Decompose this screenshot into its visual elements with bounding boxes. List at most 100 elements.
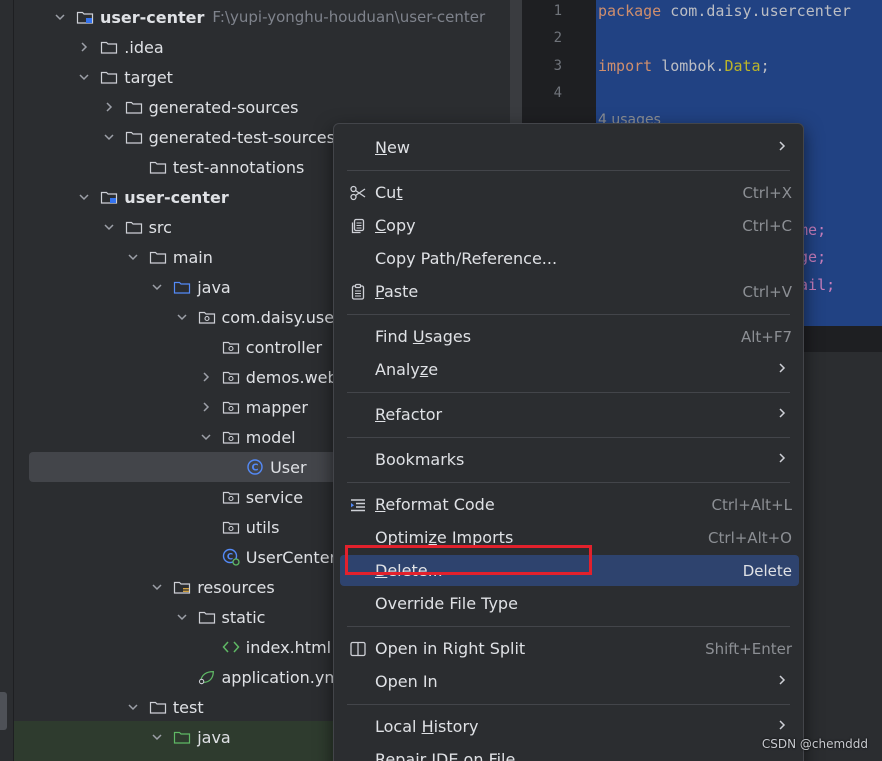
- gutter-scroll-handle[interactable]: [0, 692, 7, 730]
- menu-item-label: Repair IDE on File: [375, 750, 516, 761]
- folder-icon: [198, 608, 216, 626]
- tree-item-label: User: [270, 457, 307, 477]
- menu-item-label: Copy: [375, 216, 416, 235]
- tree-item-label: mapper: [245, 397, 308, 417]
- menu-shortcut: Alt+F7: [740, 327, 792, 346]
- menu-item-repair-ide-on-file[interactable]: Repair IDE on File: [340, 744, 799, 761]
- chevron-right-icon[interactable]: [198, 399, 214, 415]
- menu-item-new[interactable]: New: [340, 132, 799, 163]
- chevron-right-icon[interactable]: [76, 39, 92, 55]
- tree-item[interactable]: generated-sources: [14, 92, 510, 122]
- chevron-down-icon[interactable]: [52, 9, 68, 25]
- package-icon: [222, 488, 240, 506]
- menu-item-label: New: [375, 138, 410, 157]
- folder-icon: [100, 68, 118, 86]
- menu-item-paste[interactable]: Paste Ctrl+V: [340, 276, 799, 307]
- menu-item-local-history[interactable]: Local History: [340, 711, 799, 742]
- chevron-down-icon[interactable]: [125, 249, 141, 265]
- html-file-icon: [222, 638, 240, 656]
- resources-folder-icon: [173, 578, 191, 596]
- menu-item-label: Find Usages: [375, 327, 472, 346]
- submenu-arrow-icon: [777, 674, 787, 690]
- line-number: 2: [553, 30, 562, 46]
- chevron-down-icon[interactable]: [174, 609, 190, 625]
- submenu-arrow-icon: [777, 719, 787, 735]
- menu-item-label: Copy Path/Reference...: [375, 249, 558, 268]
- tree-item-label: test: [172, 697, 204, 717]
- menu-item-cut[interactable]: Cut Ctrl+X: [340, 177, 799, 208]
- chevron-right-icon[interactable]: [101, 99, 117, 115]
- chevron-down-icon[interactable]: [149, 729, 165, 745]
- menu-item-label: Bookmarks: [375, 450, 465, 469]
- reformat-icon: [348, 495, 368, 515]
- chevron-down-icon[interactable]: [76, 69, 92, 85]
- menu-separator: [347, 482, 790, 483]
- submenu-arrow-icon: [777, 140, 787, 156]
- chevron-down-icon[interactable]: [101, 129, 117, 145]
- tree-item-label: user-center: [124, 187, 229, 207]
- menu-item-refactor[interactable]: Refactor: [340, 399, 799, 430]
- line-number: 1: [553, 3, 562, 19]
- menu-separator: [347, 392, 790, 393]
- package-icon: [222, 338, 240, 356]
- java-class-icon: C: [246, 458, 264, 476]
- tree-item[interactable]: target: [14, 62, 510, 92]
- tree-item-label: demos.web: [245, 367, 338, 387]
- watermark: CSDN @chemddd: [761, 737, 868, 751]
- menu-item-label: Cut: [375, 183, 403, 202]
- chevron-down-icon[interactable]: [149, 579, 165, 595]
- context-menu: New Cut Ctrl+X Copy Ctrl+C Copy Path/Referenc…: [333, 123, 804, 761]
- chevron-right-icon[interactable]: [198, 369, 214, 385]
- menu-item-open-in[interactable]: Open In: [340, 666, 799, 697]
- tree-item-label: .idea: [124, 37, 164, 57]
- menu-item-label: Reformat Code: [375, 495, 495, 514]
- chevron-down-icon[interactable]: [101, 219, 117, 235]
- split-icon: [348, 639, 368, 659]
- menu-item-copy[interactable]: Copy Ctrl+C: [340, 210, 799, 241]
- folder-icon: [125, 128, 143, 146]
- tree-item-label: java: [197, 277, 231, 297]
- menu-shortcut: Ctrl+Alt+L: [711, 495, 793, 514]
- chevron-down-icon[interactable]: [174, 309, 190, 325]
- test-source-folder-icon: [173, 728, 191, 746]
- spring-yml-icon: [198, 668, 216, 686]
- chevron-down-icon[interactable]: [198, 429, 214, 445]
- submenu-arrow-icon: [777, 362, 787, 378]
- delete-annotation-box: [345, 545, 592, 575]
- tree-item-label: service: [245, 487, 304, 507]
- menu-shortcut: Shift+Enter: [705, 639, 792, 658]
- menu-separator: [347, 626, 790, 627]
- menu-item-open-in-right-split[interactable]: Open in Right Split Shift+Enter: [340, 633, 799, 664]
- menu-item-override-file-type[interactable]: Override File Type: [340, 588, 799, 619]
- package-icon: [222, 518, 240, 536]
- menu-item-bookmarks[interactable]: Bookmarks: [340, 444, 799, 475]
- paste-icon: [348, 282, 368, 302]
- folder-icon: [100, 38, 118, 56]
- tree-item[interactable]: .idea: [14, 32, 510, 62]
- menu-shortcut: Delete: [742, 561, 792, 580]
- tree-item-label: controller: [245, 337, 323, 357]
- tree-item-label: test-annotations: [172, 157, 305, 177]
- chevron-down-icon[interactable]: [149, 279, 165, 295]
- tree-item-label: src: [148, 217, 172, 237]
- menu-item-label: Open In: [375, 672, 438, 691]
- submenu-arrow-icon: [777, 452, 787, 468]
- menu-item-label: Local History: [375, 717, 479, 736]
- menu-item-analyze[interactable]: Analyze: [340, 354, 799, 385]
- menu-item-label: Paste: [375, 282, 419, 301]
- tree-item-label: target: [124, 67, 173, 87]
- tree-item-label: index.html: [245, 637, 332, 657]
- menu-item-label: Open in Right Split: [375, 639, 526, 658]
- line-number: 4: [553, 85, 562, 101]
- menu-separator: [347, 170, 790, 171]
- code-line-package: package com.daisy.usercenter: [598, 2, 851, 20]
- menu-item-reformat-code[interactable]: Reformat Code Ctrl+Alt+L: [340, 489, 799, 520]
- menu-item-find-usages[interactable]: Find Usages Alt+F7: [340, 321, 799, 352]
- chevron-down-icon[interactable]: [76, 189, 92, 205]
- tree-item-label: java: [197, 727, 231, 747]
- module-path: F:\yupi-yonghu-houduan\user-center: [212, 8, 486, 26]
- chevron-down-icon[interactable]: [125, 699, 141, 715]
- menu-item-copy-path-reference[interactable]: Copy Path/Reference...: [340, 243, 799, 274]
- tree-item[interactable]: user-center F:\yupi-yonghu-houduan\user-c…: [14, 2, 510, 32]
- tree-item-label: generated-test-sources: [148, 127, 335, 147]
